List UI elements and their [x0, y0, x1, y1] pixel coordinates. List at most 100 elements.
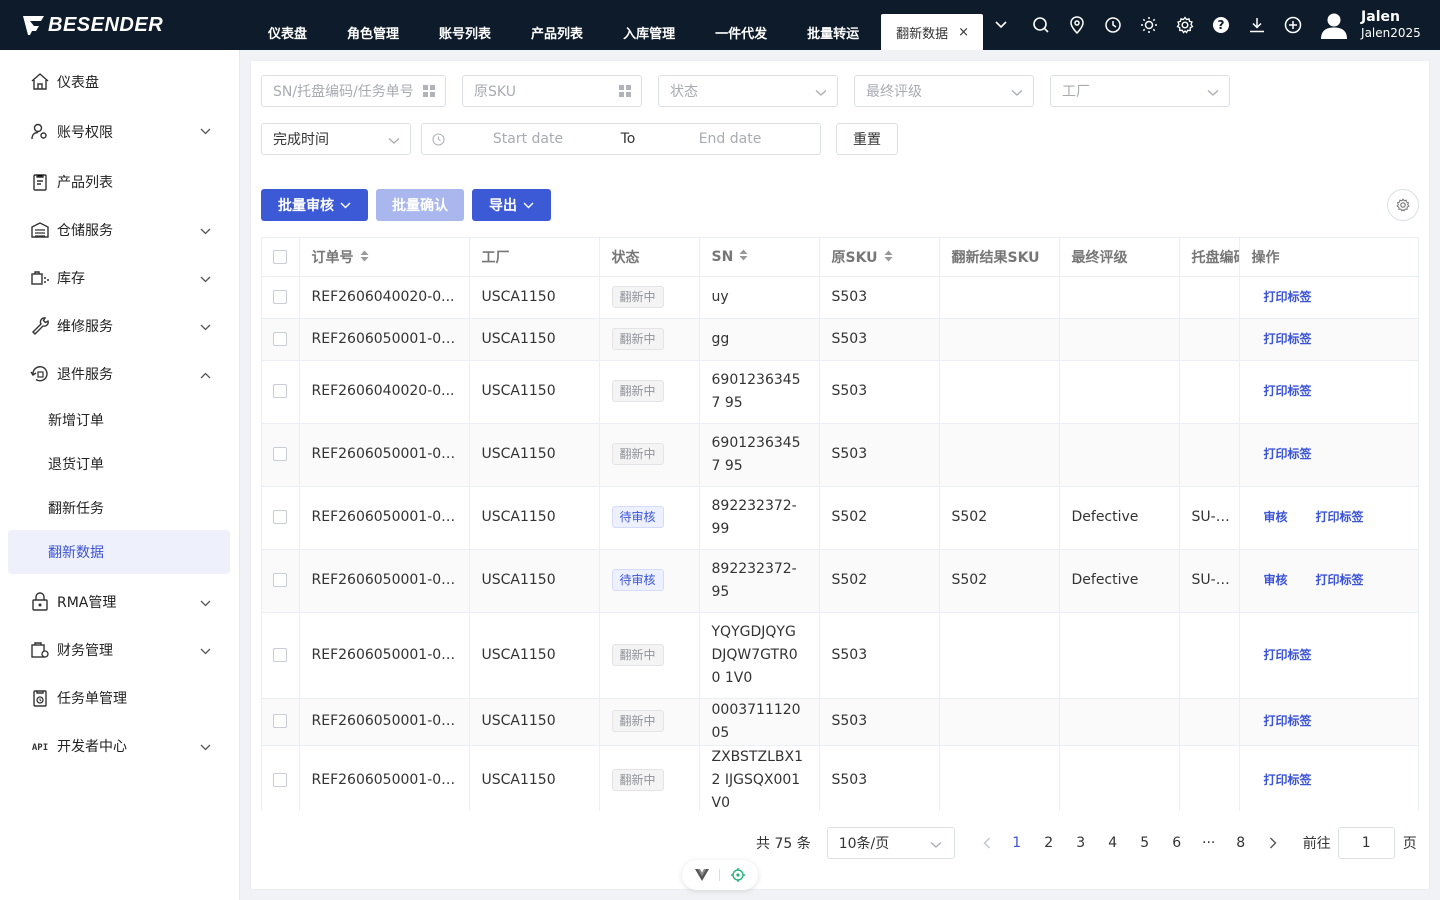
- sidebar-item[interactable]: 库存: [0, 254, 239, 302]
- row-action-link[interactable]: 打印标签: [1264, 714, 1312, 728]
- table-row[interactable]: REF2606040020-0... USCA1150 翻新中 uy S503 打印标签: [262, 276, 1418, 319]
- sidebar-item[interactable]: 账号权限: [0, 106, 239, 158]
- page-number[interactable]: 1: [1001, 835, 1033, 851]
- prev-page-chevron-icon[interactable]: [983, 837, 991, 849]
- row-action-link[interactable]: 打印标签: [1264, 332, 1312, 346]
- export-button[interactable]: 导出: [472, 189, 551, 221]
- row-checkbox[interactable]: [262, 276, 300, 319]
- table-row[interactable]: REF2606050001-035 USCA1150 翻新中 69012363457 …: [262, 423, 1418, 487]
- help-icon[interactable]: ?: [1203, 0, 1239, 50]
- time-type-select[interactable]: 完成时间: [261, 123, 411, 155]
- row-action-link[interactable]: 打印标签: [1264, 290, 1312, 304]
- vue-logo-icon[interactable]: [695, 869, 710, 881]
- row-checkbox[interactable]: [262, 612, 300, 699]
- sun-theme-icon[interactable]: [1131, 0, 1167, 50]
- next-page-chevron-icon[interactable]: [1269, 837, 1277, 849]
- table-row[interactable]: REF2606050001-031 USCA1150 翻新中 000371112005…: [262, 698, 1418, 746]
- status-select[interactable]: 状态: [658, 75, 838, 107]
- start-date-input[interactable]: Start date: [446, 131, 610, 147]
- location-pin-icon[interactable]: [1059, 0, 1095, 50]
- sidebar-item[interactable]: 产品列表: [0, 158, 239, 206]
- grid-icon[interactable]: [619, 85, 631, 101]
- target-crosshair-icon[interactable]: [730, 868, 745, 882]
- sidebar-item[interactable]: API 开发者中心: [0, 722, 239, 770]
- sidebar-subitem[interactable]: 新增订单: [0, 398, 239, 442]
- download-icon[interactable]: [1239, 0, 1275, 50]
- row-action-link[interactable]: 打印标签: [1264, 773, 1312, 787]
- sidebar-item[interactable]: 维修服务: [0, 302, 239, 350]
- grade-select[interactable]: 最终评级: [854, 75, 1034, 107]
- page-size-select[interactable]: 10条/页: [826, 827, 955, 859]
- batch-review-button[interactable]: 批量审核: [261, 189, 368, 221]
- sidebar-item[interactable]: 仓储服务: [0, 206, 239, 254]
- sidebar-item[interactable]: 退件服务: [0, 350, 239, 398]
- goto-page-input[interactable]: 1: [1337, 827, 1395, 859]
- page-number[interactable]: 5: [1129, 835, 1161, 851]
- nav-more-chevron-icon[interactable]: [987, 7, 1015, 43]
- row-action-link[interactable]: 打印标签: [1316, 573, 1364, 587]
- user-menu[interactable]: Jalen Jalen2025: [1317, 8, 1421, 42]
- clock-icon[interactable]: [1095, 0, 1131, 50]
- row-action-link[interactable]: 打印标签: [1264, 384, 1312, 398]
- page-number[interactable]: 8: [1225, 835, 1257, 851]
- column-settings-gear-icon[interactable]: [1387, 189, 1419, 221]
- sidebar-subitem[interactable]: 退货订单: [0, 442, 239, 486]
- sn-search-input[interactable]: SN/托盘编码/任务单号: [261, 75, 446, 107]
- sku-search-input[interactable]: 原SKU: [462, 75, 642, 107]
- more-pages-ellipsis[interactable]: ···: [1193, 835, 1225, 851]
- row-action-link[interactable]: 打印标签: [1316, 510, 1364, 524]
- factory-select[interactable]: 工厂: [1050, 75, 1230, 107]
- sort-icon[interactable]: [360, 250, 369, 266]
- page-number[interactable]: 4: [1097, 835, 1129, 851]
- row-action-link[interactable]: 打印标签: [1264, 648, 1312, 662]
- nav-tab-2[interactable]: 账号列表: [421, 14, 509, 50]
- table-row[interactable]: REF2606040020-0... USCA1150 翻新中 69012363457…: [262, 360, 1418, 424]
- row-checkbox[interactable]: [262, 360, 300, 424]
- sidebar-item[interactable]: 仪表盘: [0, 58, 239, 106]
- page-number[interactable]: 3: [1065, 835, 1097, 851]
- nav-tab-1[interactable]: 角色管理: [329, 14, 417, 50]
- nav-tab-4[interactable]: 入库管理: [605, 14, 693, 50]
- page-number[interactable]: 6: [1161, 835, 1193, 851]
- row-checkbox[interactable]: [262, 486, 300, 550]
- close-tab-icon[interactable]: ×: [958, 25, 969, 40]
- row-checkbox[interactable]: [262, 549, 300, 613]
- nav-tab-0[interactable]: 仪表盘: [250, 14, 325, 50]
- sidebar-subitem[interactable]: 翻新任务: [0, 486, 239, 530]
- row-action-link[interactable]: 审核: [1264, 573, 1288, 587]
- table-row[interactable]: REF2606050001-032 USCA1150 翻新中 YQYGDJQYG DJ…: [262, 612, 1418, 699]
- nav-tab-3[interactable]: 产品列表: [513, 14, 601, 50]
- table-row[interactable]: REF2606050001-036 USCA1150 翻新中 gg S503 打印标签: [262, 318, 1418, 361]
- row-action-link[interactable]: 审核: [1264, 510, 1288, 524]
- grid-icon[interactable]: [423, 85, 435, 101]
- batch-confirm-button[interactable]: 批量确认: [376, 189, 464, 221]
- col-header-order[interactable]: 订单号: [299, 238, 470, 277]
- add-circle-icon[interactable]: [1275, 0, 1311, 50]
- sidebar-item[interactable]: RMA管理: [0, 578, 239, 626]
- reset-button[interactable]: 重置: [836, 123, 898, 155]
- table-row[interactable]: REF2606050001-030 USCA1150 翻新中 ZXBSTZLBX12 …: [262, 745, 1418, 811]
- row-checkbox[interactable]: [262, 318, 300, 361]
- table-row[interactable]: REF2606050001-034 USCA1150 待审核 892232372- 9…: [262, 486, 1418, 550]
- row-action-link[interactable]: 打印标签: [1264, 447, 1312, 461]
- date-range-picker[interactable]: Start date To End date: [421, 123, 821, 155]
- nav-tab-5[interactable]: 一件代发: [697, 14, 785, 50]
- search-icon[interactable]: [1023, 0, 1059, 50]
- brand-logo[interactable]: BESENDER: [0, 0, 250, 50]
- col-header-sn[interactable]: SN: [699, 238, 820, 277]
- col-header-sku[interactable]: 原SKU: [819, 238, 940, 277]
- table-row[interactable]: REF2606050001-033 USCA1150 待审核 892232372- 9…: [262, 549, 1418, 613]
- settings-gear-icon[interactable]: [1167, 0, 1203, 50]
- nav-tab-7[interactable]: 翻新数据 ×: [881, 14, 984, 50]
- row-checkbox[interactable]: [262, 745, 300, 811]
- sort-icon[interactable]: [884, 250, 893, 266]
- row-checkbox[interactable]: [262, 423, 300, 487]
- sort-icon[interactable]: [739, 249, 748, 265]
- sidebar-item[interactable]: 财务管理: [0, 626, 239, 674]
- nav-tab-6[interactable]: 批量转运: [789, 14, 877, 50]
- sidebar-subitem[interactable]: 翻新数据: [8, 530, 230, 574]
- end-date-input[interactable]: End date: [646, 131, 814, 147]
- select-all-checkbox[interactable]: [262, 238, 300, 277]
- row-checkbox[interactable]: [262, 698, 300, 746]
- floating-devtools-pill[interactable]: [682, 860, 758, 890]
